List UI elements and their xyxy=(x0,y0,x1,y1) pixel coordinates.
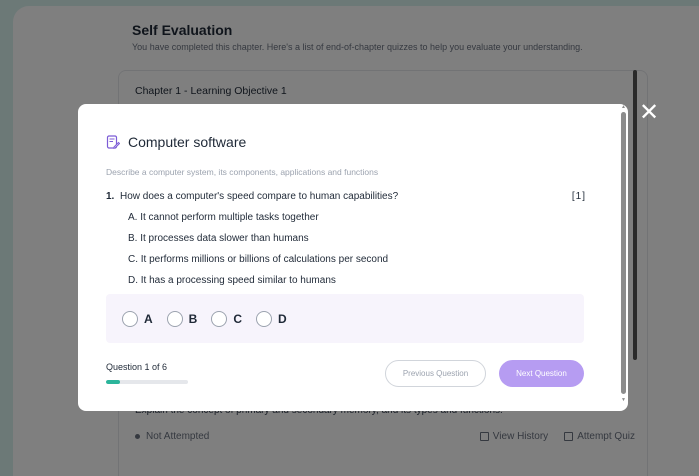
modal-scrollbar[interactable] xyxy=(621,112,626,394)
answer-label-a: A xyxy=(144,311,153,326)
option-c-text: C. It performs millions or billions of c… xyxy=(128,254,389,265)
question-number: 1. xyxy=(106,191,115,202)
answer-radio-d[interactable]: D xyxy=(256,310,287,327)
radio-circle-icon[interactable] xyxy=(256,310,273,327)
question-marks: [1] xyxy=(571,191,586,202)
answer-radio-c[interactable]: C xyxy=(211,310,243,327)
scroll-up-icon[interactable]: ▲ xyxy=(621,105,626,110)
answer-label-c: C xyxy=(233,311,243,326)
radio-circle-icon[interactable] xyxy=(122,310,138,327)
question-text: How does a computer's speed compare to h… xyxy=(120,191,399,202)
question-counter: Question 1 of 6 xyxy=(106,362,168,372)
answer-radio-a[interactable]: A xyxy=(122,310,153,327)
modal-description: Describe a computer system, its componen… xyxy=(106,167,379,177)
close-icon[interactable]: ✕ xyxy=(636,100,662,126)
radio-circle-icon[interactable] xyxy=(166,310,183,327)
answer-label-b: B xyxy=(188,311,198,326)
next-question-button[interactable]: Next Question xyxy=(499,360,584,387)
quiz-modal: ▲ ▼ Computer software Describe a compute… xyxy=(78,104,628,411)
option-b-text: B. It processes data slower than humans xyxy=(128,233,309,244)
answer-choices: A B C D xyxy=(106,294,584,343)
option-d-text: D. It has a processing speed similar to … xyxy=(128,275,336,286)
radio-circle-icon[interactable] xyxy=(211,310,228,327)
progress-fill xyxy=(106,380,120,384)
modal-header: Computer software xyxy=(106,134,246,150)
option-a-text: A. It cannot perform multiple tasks toge… xyxy=(128,212,319,223)
document-edit-icon xyxy=(106,135,121,149)
scroll-down-icon[interactable]: ▼ xyxy=(621,398,626,403)
answer-label-d: D xyxy=(278,311,287,326)
progress-bar xyxy=(106,380,188,384)
modal-title: Computer software xyxy=(128,134,247,150)
answer-radio-b[interactable]: B xyxy=(166,310,198,327)
previous-question-button[interactable]: Previous Question xyxy=(385,360,486,387)
